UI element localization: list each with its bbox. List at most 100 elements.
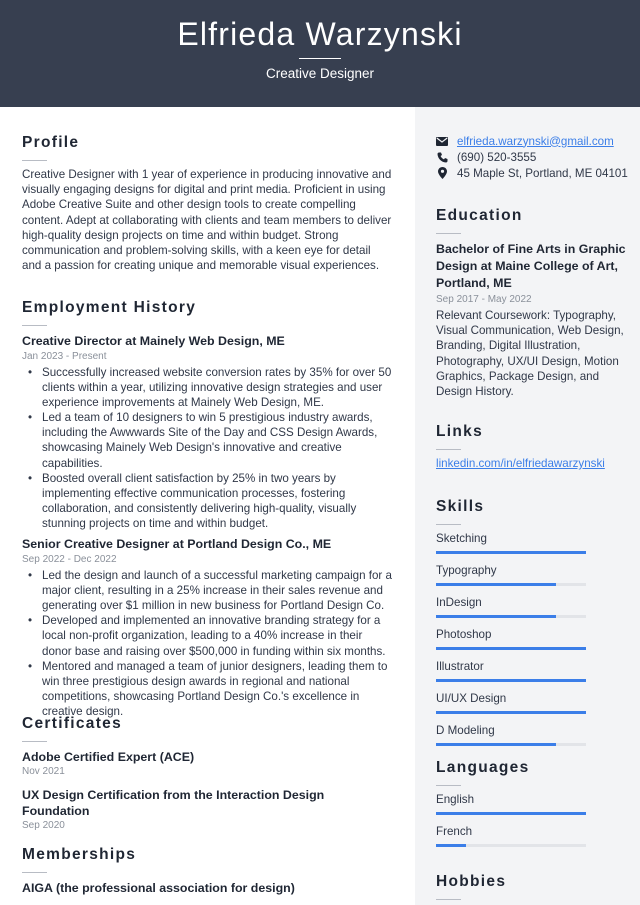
- contact-phone: (690) 520-3555: [436, 149, 636, 165]
- section-divider: [436, 449, 461, 450]
- sidebar: elfrieda.warzynski@gmail.com (690) 520-3…: [415, 107, 640, 905]
- language-name: French: [436, 825, 473, 838]
- certificate-item: UX Design Certification from the Interac…: [22, 787, 392, 833]
- degree-title: Bachelor of Fine Arts in Graphic Design …: [436, 242, 626, 290]
- contact-address: 45 Maple St, Portland, ME 04101: [436, 165, 636, 181]
- section-heading: Profile: [22, 134, 80, 151]
- section-heading: Languages: [436, 759, 530, 776]
- skill-bar: [436, 583, 586, 586]
- membership-title: AIGA (the professional association for d…: [22, 881, 295, 895]
- skill-name: UI/UX Design: [436, 692, 507, 705]
- section-divider: [436, 233, 461, 234]
- skill-bar-fill: [436, 647, 586, 650]
- job-bullet: Boosted overall client satisfaction by 2…: [28, 471, 392, 531]
- candidate-name: Elfrieda Warzynski: [177, 16, 463, 52]
- skills-list: Sketching Typography InDesign Photoshop …: [436, 531, 626, 746]
- job-bullet: Successfully increased website conversio…: [28, 365, 392, 410]
- skill-bar-fill: [436, 679, 586, 682]
- section-heading: Certificates: [22, 715, 123, 732]
- skill-name: Sketching: [436, 532, 487, 545]
- phone-icon: [436, 152, 448, 163]
- language-bar: [436, 812, 586, 815]
- email-link[interactable]: elfrieda.warzynski@gmail.com: [457, 135, 614, 148]
- profile-section: Profile Creative Designer with 1 year of…: [22, 134, 392, 273]
- job-bullet: Led the design and launch of a successfu…: [28, 568, 392, 613]
- skill-name: Photoshop: [436, 628, 492, 641]
- profile-summary: Creative Designer with 1 year of experie…: [22, 168, 392, 273]
- section-heading: Hobbies: [436, 873, 507, 890]
- skill-bar-fill: [436, 551, 586, 554]
- skill-item: Typography: [436, 563, 626, 586]
- skill-item: Sketching: [436, 531, 626, 554]
- links-section: Links linkedin.com/in/elfriedawarzynski: [436, 423, 626, 471]
- job-date: Jan 2023 - Present: [22, 351, 107, 362]
- skill-bar: [436, 743, 586, 746]
- job-bullet: Developed and implemented an innovative …: [28, 613, 392, 658]
- education-section: Education Bachelor of Fine Arts in Graph…: [436, 207, 626, 399]
- skill-item: Photoshop: [436, 627, 626, 650]
- section-divider: [22, 325, 47, 326]
- job-title: Creative Director at Mainely Web Design,…: [22, 334, 285, 348]
- skill-bar-fill: [436, 711, 586, 714]
- job-entry: Senior Creative Designer at Portland Des…: [22, 536, 392, 719]
- section-heading: Employment History: [22, 299, 197, 316]
- job-bullet: Led a team of 10 designers to win 5 pres…: [28, 410, 392, 470]
- skill-bar-fill: [436, 583, 556, 586]
- skill-name: InDesign: [436, 596, 482, 609]
- certificate-title: Adobe Certified Expert (ACE): [22, 750, 195, 764]
- contact-block: elfrieda.warzynski@gmail.com (690) 520-3…: [436, 133, 636, 181]
- languages-list: English French: [436, 792, 626, 847]
- language-bar-fill: [436, 812, 586, 815]
- section-divider: [22, 741, 47, 742]
- skill-name: Illustrator: [436, 660, 484, 673]
- skill-bar: [436, 711, 586, 714]
- skill-name: D Modeling: [436, 724, 495, 737]
- language-bar-fill: [436, 844, 466, 847]
- skill-bar: [436, 647, 586, 650]
- membership-item: AIGA (the professional association for d…: [22, 880, 392, 896]
- education-details: Relevant Coursework: Typography, Visual …: [436, 309, 624, 399]
- candidate-title: Creative Designer: [265, 66, 375, 81]
- language-bar: [436, 844, 586, 847]
- job-title: Senior Creative Designer at Portland Des…: [22, 537, 332, 552]
- section-heading: Links: [436, 423, 483, 440]
- language-item: French: [436, 824, 626, 847]
- languages-section: Languages English French: [436, 759, 626, 856]
- skill-bar: [436, 615, 586, 618]
- skill-bar-fill: [436, 615, 556, 618]
- job-bullets: Successfully increased website conversio…: [28, 365, 392, 531]
- employment-section: Employment History Creative Director at …: [22, 299, 392, 719]
- skill-bar: [436, 679, 586, 682]
- section-heading: Skills: [436, 498, 485, 515]
- certificate-title: UX Design Certification from the Interac…: [22, 788, 325, 818]
- job-date: Sep 2022 - Dec 2022: [22, 554, 117, 566]
- certificates-section: Certificates Adobe Certified Expert (ACE…: [22, 715, 392, 833]
- memberships-section: Memberships AIGA (the professional assoc…: [22, 846, 392, 896]
- section-divider: [22, 872, 47, 873]
- language-name: English: [436, 793, 475, 806]
- address: 45 Maple St, Portland, ME 04101: [457, 166, 628, 180]
- education-date: Sep 2017 - May 2022: [436, 294, 532, 305]
- skill-item: InDesign: [436, 595, 626, 618]
- section-divider: [436, 524, 461, 525]
- skill-bar: [436, 551, 586, 554]
- certificate-item: Adobe Certified Expert (ACE) Nov 2021: [22, 749, 392, 779]
- skill-item: UI/UX Design: [436, 691, 626, 714]
- header-divider: [299, 58, 341, 59]
- certificate-date: Sep 2020: [22, 820, 65, 831]
- certificate-date: Nov 2021: [22, 766, 65, 777]
- skill-bar-fill: [436, 743, 556, 746]
- job-bullet: Mentored and managed a team of junior de…: [28, 659, 392, 719]
- skill-item: Illustrator: [436, 659, 626, 682]
- skill-name: Typography: [436, 564, 497, 577]
- skills-section: Skills Sketching Typography InDesign Pho…: [436, 498, 626, 755]
- resume-header: Elfrieda Warzynski Creative Designer: [0, 0, 640, 107]
- hobbies-section: Hobbies: [436, 873, 626, 905]
- section-divider: [22, 160, 47, 161]
- language-item: English: [436, 792, 626, 815]
- section-divider: [436, 785, 461, 786]
- linkedin-link[interactable]: linkedin.com/in/elfriedawarzynski: [436, 456, 626, 471]
- job-bullets: Led the design and launch of a successfu…: [28, 568, 392, 719]
- phone-number: (690) 520-3555: [457, 150, 537, 164]
- envelope-icon: [436, 136, 448, 146]
